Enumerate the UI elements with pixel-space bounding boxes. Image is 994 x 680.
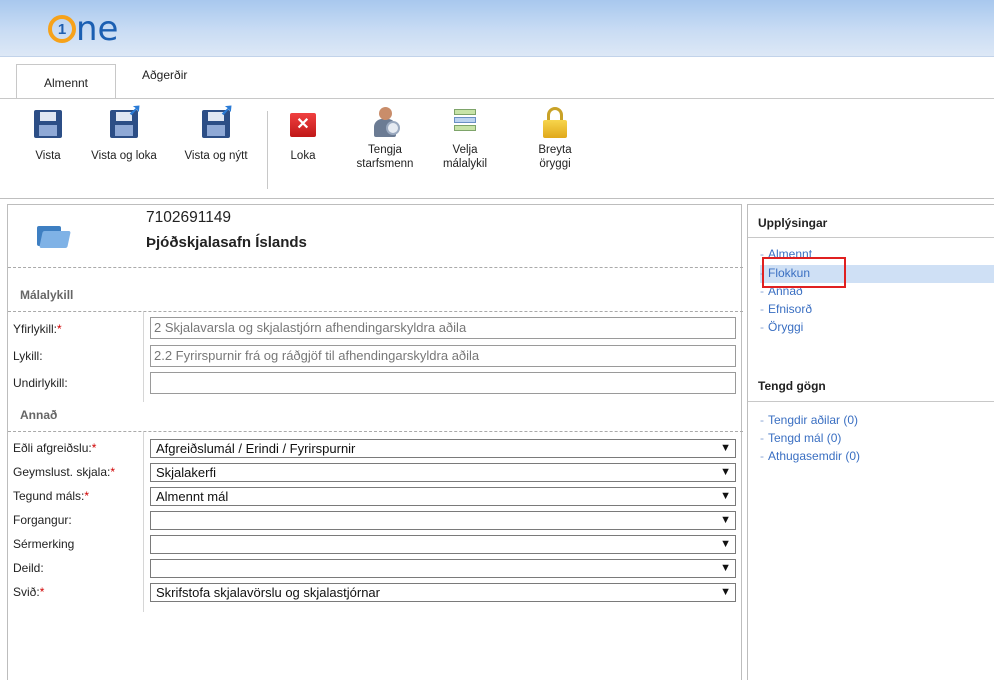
save-close-label: Vista og loka (91, 150, 157, 162)
label-deild: Deild: (13, 561, 44, 575)
save-icon (31, 107, 65, 141)
divider (748, 401, 994, 402)
column-separator (143, 312, 144, 402)
record-form: 7102691149 Þjóðskjalasafn Íslands Málaly… (7, 204, 743, 680)
label-forgangur: Forgangur: (13, 513, 72, 527)
undirlykill-field[interactable] (150, 372, 736, 394)
divider (748, 237, 994, 238)
record-name: Þjóðskjalasafn Íslands (146, 234, 307, 251)
label-undirlykill: Undirlykill: (13, 376, 68, 390)
label-sermerking: Sérmerking (13, 537, 75, 551)
chevron-down-icon: ▼ (720, 442, 731, 454)
choose-key-button[interactable]: Velja málalykil (430, 107, 500, 171)
sidebar-link-efnisord[interactable]: - Efnisorð (760, 302, 812, 316)
column-separator (143, 432, 144, 612)
close-icon: ✕ (286, 107, 320, 141)
logo-text: ne (76, 9, 119, 49)
choose-key-label-1: Velja (452, 144, 478, 156)
app-logo: 1 ne (48, 7, 118, 51)
label-lykill: Lykill: (13, 349, 43, 363)
link-staff-button[interactable]: Tengja starfsmenn (350, 107, 420, 171)
close-label: Loka (290, 150, 316, 162)
annotation-highlight-box (762, 257, 846, 288)
close-button[interactable]: ✕ Loka (283, 107, 323, 163)
chevron-down-icon: ▼ (720, 586, 731, 598)
lock-icon (538, 107, 572, 141)
divider (8, 431, 743, 432)
tab-bar: Almennt Aðgerðir (0, 58, 994, 99)
sidebar-link-tengdir-adilar[interactable]: - Tengdir aðilar (0) (760, 413, 858, 427)
tab-almennt[interactable]: Almennt (16, 64, 116, 99)
geymslust-skjala-select[interactable]: Skjalakerfi ▼ (150, 463, 736, 482)
lykill-field[interactable]: 2.2 Fyrirspurnir frá og ráðgjöf til afhe… (150, 345, 736, 367)
tegund-mals-select[interactable]: Almennt mál ▼ (150, 487, 736, 506)
save-new-icon: ➚ (199, 103, 234, 141)
section-title-annad: Annað (20, 408, 58, 422)
label-geymslust-skjala: Geymslust. skjala:* (13, 465, 116, 479)
edli-afgreidslu-select[interactable]: Afgreiðslumál / Erindi / Fyrirspurnir ▼ (150, 439, 736, 458)
link-staff-icon (368, 107, 402, 141)
forgangur-select[interactable]: ▼ (150, 511, 736, 530)
chevron-down-icon: ▼ (720, 514, 731, 526)
yfirlykill-field[interactable]: 2 Skjalavarsla og skjalastjórn afhending… (150, 317, 736, 339)
save-new-label: Vista og nýtt (184, 150, 248, 162)
save-label: Vista (35, 150, 61, 162)
label-tegund-mals: Tegund máls:* (13, 489, 90, 503)
choose-key-label-2: málalykil (442, 158, 488, 170)
change-security-label-1: Breyta (538, 144, 572, 156)
record-id: 7102691149 (146, 209, 232, 226)
ribbon-separator (267, 111, 268, 189)
chevron-down-icon: ▼ (720, 466, 731, 478)
app-header: 1 ne (0, 0, 994, 57)
change-security-label-2: öryggi (539, 158, 571, 170)
folder-icon (37, 223, 71, 249)
sidebar-link-athugasemdir[interactable]: - Athugasemdir (0) (760, 449, 860, 463)
svid-select[interactable]: Skrifstofa skjalavörslu og skjalastjórna… (150, 583, 736, 602)
label-svid: Svið:* (13, 585, 45, 599)
divider (8, 267, 743, 268)
change-security-button[interactable]: Breyta öryggi (520, 107, 590, 171)
divider (8, 311, 743, 312)
chevron-down-icon: ▼ (720, 562, 731, 574)
list-icon (448, 107, 482, 141)
save-close-icon: ➚ (107, 103, 142, 141)
chevron-down-icon: ▼ (720, 538, 731, 550)
sidebar-link-oryggi[interactable]: - Öryggi (760, 320, 803, 334)
tab-adgerdir[interactable]: Aðgerðir (128, 62, 201, 94)
chevron-down-icon: ▼ (720, 490, 731, 502)
ribbon-toolbar: Vista ➚ Vista og loka ➚ Vista og nýtt ✕ … (0, 99, 994, 199)
sermerking-select[interactable]: ▼ (150, 535, 736, 554)
info-title: Upplýsingar (758, 216, 828, 230)
sidebar-link-tengd-mal[interactable]: - Tengd mál (0) (760, 431, 841, 445)
deild-select[interactable]: ▼ (150, 559, 736, 578)
save-button[interactable]: Vista (28, 107, 68, 163)
link-staff-label-1: Tengja (368, 144, 402, 156)
save-new-button[interactable]: ➚ Vista og nýtt (172, 103, 260, 163)
section-title-malalykill: Málalykill (20, 288, 74, 302)
save-close-button[interactable]: ➚ Vista og loka (78, 103, 170, 163)
link-staff-label-2: starfsmenn (356, 158, 414, 170)
logo-mark: 1 (48, 15, 76, 43)
label-edli-afgreidslu: Eðli afgreiðslu:* (13, 441, 97, 455)
label-yfirlykill: Yfirlykill:* (13, 322, 62, 336)
related-title: Tengd gögn (758, 379, 826, 393)
